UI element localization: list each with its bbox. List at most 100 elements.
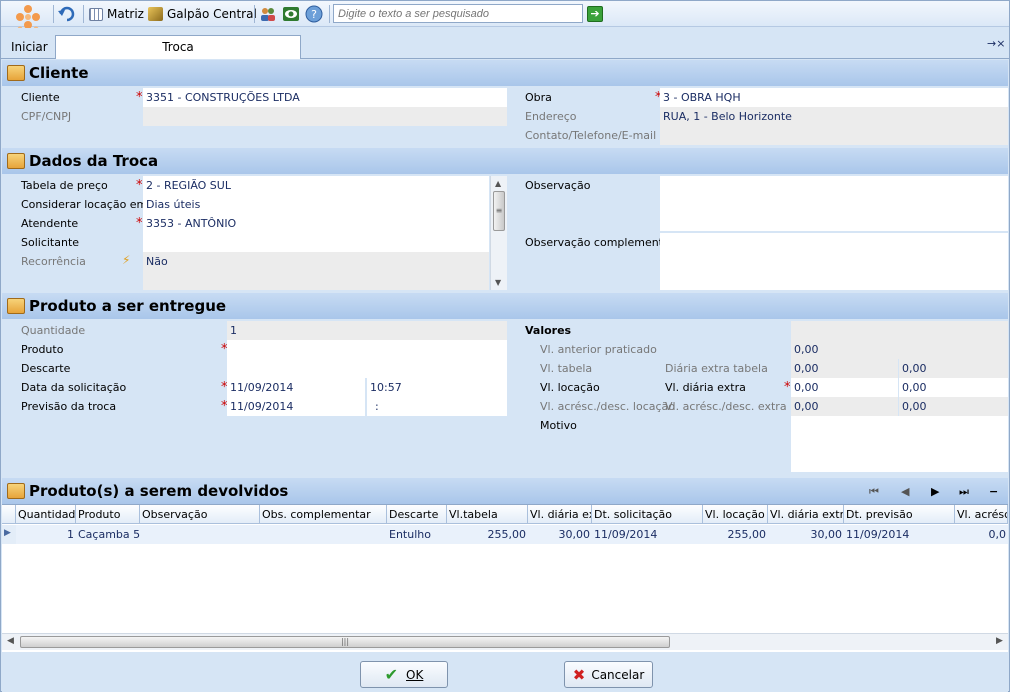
section-troca-title: Dados da Troca — [29, 152, 159, 170]
quantidade-label: Quantidade — [21, 324, 86, 337]
tabela-preco-field[interactable]: 2 - REGIÃO SUL — [143, 176, 489, 195]
vl-diaria-field[interactable]: 0,00 — [899, 378, 1008, 397]
table-cell[interactable]: 11/09/2014 — [844, 525, 955, 544]
scroll-h-thumb[interactable]: ||| — [20, 636, 670, 648]
last-page-icon[interactable]: ⏭ — [959, 485, 969, 499]
row-indicator-header — [2, 505, 16, 524]
table-cell[interactable]: 0,0 — [955, 525, 1008, 544]
grid-horizontal-scrollbar[interactable]: ◀ ||| ▶ — [2, 633, 1008, 650]
observacao-label: Observação — [525, 179, 591, 192]
scroll-up-icon[interactable]: ▲ — [495, 179, 501, 188]
obs-comp-label: Observação complementar — [525, 236, 675, 249]
column-header[interactable]: Observação — [140, 505, 260, 524]
vl-locacao-label: Vl. locação — [540, 381, 600, 394]
quantidade-field: 1 — [227, 321, 507, 340]
scroll-down-icon[interactable]: ▼ — [495, 278, 501, 287]
tab-bar: Iniciar Troca →× — [1, 28, 1009, 59]
tabela-preco-label: Tabela de preço — [21, 179, 108, 192]
search-go-icon[interactable]: ➔ — [587, 6, 603, 22]
next-page-icon[interactable]: ▶ — [931, 485, 939, 498]
close-tab-icon[interactable]: →× — [987, 37, 1005, 50]
cancel-label: Cancelar — [591, 667, 645, 682]
scroll-right-icon[interactable]: ▶ — [996, 636, 1003, 646]
data-sol-field[interactable]: 11/09/2014 — [227, 378, 365, 397]
obra-label: Obra — [525, 91, 552, 104]
search-input[interactable] — [333, 4, 583, 23]
valores-header-field — [791, 321, 1008, 340]
observacao-field[interactable] — [660, 176, 1008, 231]
endereco-field: RUA, 1 - Belo Horizonte — [660, 107, 1008, 126]
column-header[interactable]: Descarte — [387, 505, 447, 524]
table-cell[interactable]: 30,00 — [528, 525, 592, 544]
section-icon — [7, 153, 25, 169]
previsao-field[interactable]: 11/09/2014 — [227, 397, 365, 416]
hora-prev-field[interactable]: : — [367, 397, 507, 416]
ok-button[interactable]: ✔ OK — [360, 661, 448, 688]
vl-acresc-loc-field: 0,00 — [791, 397, 898, 416]
solicitante-label: Solicitante — [21, 236, 80, 249]
column-header[interactable]: Vl. diária extra — [768, 505, 844, 524]
vl-tabela-field: 0,00 — [791, 359, 898, 378]
table-cell[interactable]: 30,00 — [768, 525, 844, 544]
table-cell[interactable]: 255,00 — [703, 525, 768, 544]
first-page-icon[interactable]: ⏮ — [869, 485, 879, 499]
window: Matriz Galpão Central ? ➔ Iniciar Troca … — [0, 0, 1010, 692]
vl-locacao-field[interactable]: 0,00 — [791, 378, 898, 397]
table-cell[interactable]: 11/09/2014 — [592, 525, 703, 544]
column-header[interactable]: Obs. complementar — [260, 505, 387, 524]
company-label: Matriz — [107, 7, 144, 21]
column-header[interactable]: Vl. locação — [703, 505, 768, 524]
table-cell[interactable] — [260, 525, 387, 544]
scroll-thumb[interactable]: ≡ — [493, 191, 505, 231]
column-header[interactable]: Vl. acréscim — [955, 505, 1008, 524]
recorrencia-field: Não — [143, 252, 489, 290]
collapse-icon[interactable]: − — [989, 485, 998, 498]
column-header[interactable]: Quantidade — [16, 505, 76, 524]
cancel-button[interactable]: ✖ Cancelar — [564, 661, 653, 688]
previsao-label: Previsão da troca — [21, 400, 117, 413]
section-icon — [7, 483, 25, 499]
descarte-field[interactable] — [227, 359, 507, 378]
obra-field[interactable]: 3 - OBRA HQH — [660, 88, 1008, 107]
vl-tabela-label: Vl. tabela — [540, 362, 593, 375]
table-cell[interactable]: 1 — [16, 525, 76, 544]
prev-page-icon[interactable]: ◀ — [901, 485, 909, 498]
cliente-field[interactable]: 3351 - CONSTRUÇÕES LTDA — [143, 88, 507, 107]
contato-field — [660, 126, 1008, 145]
data-sol-label: Data da solicitação — [21, 381, 127, 394]
vl-acresc-loc-label: Vl. acrésc./desc. locação — [540, 400, 676, 413]
considerar-field[interactable]: Dias úteis — [143, 195, 489, 214]
column-header[interactable]: Produto — [76, 505, 140, 524]
view-icon[interactable] — [282, 5, 300, 23]
atendente-field[interactable]: 3353 - ANTÔNIO — [143, 214, 489, 233]
column-header[interactable]: Dt. solicitação — [592, 505, 703, 524]
column-header[interactable]: Vl. diária ext — [528, 505, 592, 524]
obs-comp-field[interactable] — [660, 233, 1008, 290]
hora-sol-field[interactable]: 10:57 — [367, 378, 507, 397]
start-button[interactable]: Iniciar — [11, 40, 48, 54]
produto-field[interactable] — [227, 340, 507, 359]
scroll-left-icon[interactable]: ◀ — [7, 636, 14, 646]
row-indicator-icon: ▶ — [2, 525, 16, 544]
table-cell[interactable]: Caçamba 5M — [76, 525, 140, 544]
section-produto-title: Produto a ser entregue — [29, 297, 227, 315]
motivo-field[interactable] — [791, 416, 1008, 472]
company-button[interactable]: Matriz — [89, 5, 144, 23]
table-cell[interactable] — [140, 525, 260, 544]
table-cell[interactable]: 255,00 — [447, 525, 528, 544]
users-icon[interactable] — [259, 5, 277, 23]
undo-icon[interactable] — [57, 5, 75, 23]
table-cell[interactable]: Entulho — [387, 525, 447, 544]
section-icon — [7, 298, 25, 314]
warehouse-label: Galpão Central — [167, 7, 257, 21]
column-header[interactable]: Vl.tabela — [447, 505, 528, 524]
tab-troca[interactable]: Troca — [55, 35, 301, 59]
form-scrollbar[interactable]: ▲ ≡ ▼ — [490, 176, 507, 290]
solicitante-field[interactable] — [143, 233, 489, 252]
warehouse-button[interactable]: Galpão Central — [148, 5, 257, 23]
section-cliente: Cliente — [2, 60, 1008, 86]
diaria-tabela-label: Diária extra tabela — [665, 362, 768, 375]
help-icon[interactable]: ? — [305, 5, 323, 23]
section-icon — [7, 65, 25, 81]
column-header[interactable]: Dt. previsão — [844, 505, 955, 524]
